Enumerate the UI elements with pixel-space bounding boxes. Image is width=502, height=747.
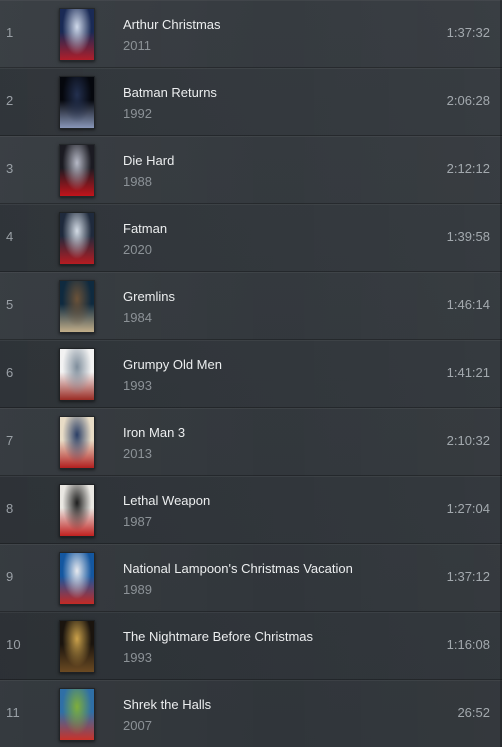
row-index: 3: [6, 161, 14, 176]
poster-nightmare-before-christmas-icon[interactable]: [59, 620, 95, 673]
row-index: 11: [6, 705, 20, 720]
poster-artwork: [60, 281, 94, 332]
movie-row[interactable]: 9 National Lampoon's Christmas Vacation 19…: [0, 544, 502, 612]
poster-arthur-christmas-icon[interactable]: [59, 8, 95, 61]
poster-artwork: [60, 553, 94, 604]
row-index: 9: [6, 569, 14, 584]
movie-duration: 1:41:21: [446, 365, 490, 380]
movie-year: 1989: [123, 582, 152, 597]
movie-title[interactable]: Die Hard: [123, 153, 174, 168]
row-index: 5: [6, 297, 14, 312]
poster-artwork: [60, 145, 94, 196]
poster-artwork: [60, 213, 94, 264]
movie-duration: 2:06:28: [446, 93, 490, 108]
row-index: 2: [6, 93, 14, 108]
movie-year: 2011: [123, 38, 151, 53]
movie-year: 2013: [123, 446, 152, 461]
row-index: 10: [6, 637, 21, 652]
movie-title[interactable]: Shrek the Halls: [123, 697, 211, 712]
movie-title[interactable]: Grumpy Old Men: [123, 357, 222, 372]
movie-duration: 26:52: [457, 705, 490, 720]
movie-title[interactable]: The Nightmare Before Christmas: [123, 629, 313, 644]
movie-duration: 1:39:58: [446, 229, 490, 244]
poster-lethal-weapon-icon[interactable]: [59, 484, 95, 537]
movie-duration: 2:12:12: [446, 161, 490, 176]
row-index: 4: [6, 229, 14, 244]
poster-iron-man-3-icon[interactable]: [59, 416, 95, 469]
movie-row[interactable]: 2 Batman Returns 1992 2:06:28: [0, 68, 502, 136]
poster-christmas-vacation-icon[interactable]: [59, 552, 95, 605]
poster-artwork: [60, 417, 94, 468]
movie-row[interactable]: 7 Iron Man 3 2013 2:10:32: [0, 408, 502, 476]
poster-die-hard-icon[interactable]: [59, 144, 95, 197]
poster-gremlins-icon[interactable]: [59, 280, 95, 333]
movie-year: 2020: [123, 242, 152, 257]
movie-title[interactable]: Gremlins: [123, 289, 175, 304]
row-index: 8: [6, 501, 14, 516]
movie-title[interactable]: Iron Man 3: [123, 425, 185, 440]
movie-year: 1984: [123, 310, 152, 325]
movie-title[interactable]: Arthur Christmas: [123, 17, 221, 32]
movie-duration: 1:37:32: [446, 25, 490, 40]
movie-duration: 1:37:12: [446, 569, 490, 584]
movie-duration: 1:46:14: [446, 297, 490, 312]
poster-artwork: [60, 485, 94, 536]
movie-row[interactable]: 8 Lethal Weapon 1987 1:27:04: [0, 476, 502, 544]
movie-title[interactable]: Lethal Weapon: [123, 493, 210, 508]
movie-row[interactable]: 6 Grumpy Old Men 1993 1:41:21: [0, 340, 502, 408]
movie-year: 1987: [123, 514, 152, 529]
poster-artwork: [60, 621, 94, 672]
poster-artwork: [60, 349, 94, 400]
movie-row[interactable]: 10 The Nightmare Before Christmas 1993 1:16…: [0, 612, 502, 680]
movie-duration: 1:27:04: [446, 501, 490, 516]
row-index: 6: [6, 365, 14, 380]
movie-year: 1993: [123, 650, 152, 665]
movie-title[interactable]: Fatman: [123, 221, 167, 236]
poster-artwork: [60, 9, 94, 60]
movie-row[interactable]: 4 Fatman 2020 1:39:58: [0, 204, 502, 272]
movie-row[interactable]: 11 Shrek the Halls 2007 26:52: [0, 680, 502, 747]
movie-year: 1993: [123, 378, 152, 393]
poster-shrek-the-halls-icon[interactable]: [59, 688, 95, 741]
movie-title[interactable]: National Lampoon's Christmas Vacation: [123, 561, 353, 576]
movie-year: 1992: [123, 106, 152, 121]
poster-fatman-icon[interactable]: [59, 212, 95, 265]
poster-batman-returns-icon[interactable]: [59, 76, 95, 129]
movie-year: 1988: [123, 174, 152, 189]
row-index: 7: [6, 433, 14, 448]
movie-duration: 2:10:32: [446, 433, 490, 448]
movie-list: 1 Arthur Christmas 2011 1:37:32 2 Batman Retu…: [0, 0, 502, 747]
movie-duration: 1:16:08: [446, 637, 490, 652]
poster-grumpy-old-men-icon[interactable]: [59, 348, 95, 401]
poster-artwork: [60, 77, 94, 128]
movie-row[interactable]: 1 Arthur Christmas 2011 1:37:32: [0, 0, 502, 68]
row-index: 1: [6, 25, 14, 40]
movie-row[interactable]: 5 Gremlins 1984 1:46:14: [0, 272, 502, 340]
movie-year: 2007: [123, 718, 152, 733]
poster-artwork: [60, 689, 94, 740]
movie-row[interactable]: 3 Die Hard 1988 2:12:12: [0, 136, 502, 204]
movie-title[interactable]: Batman Returns: [123, 85, 217, 100]
